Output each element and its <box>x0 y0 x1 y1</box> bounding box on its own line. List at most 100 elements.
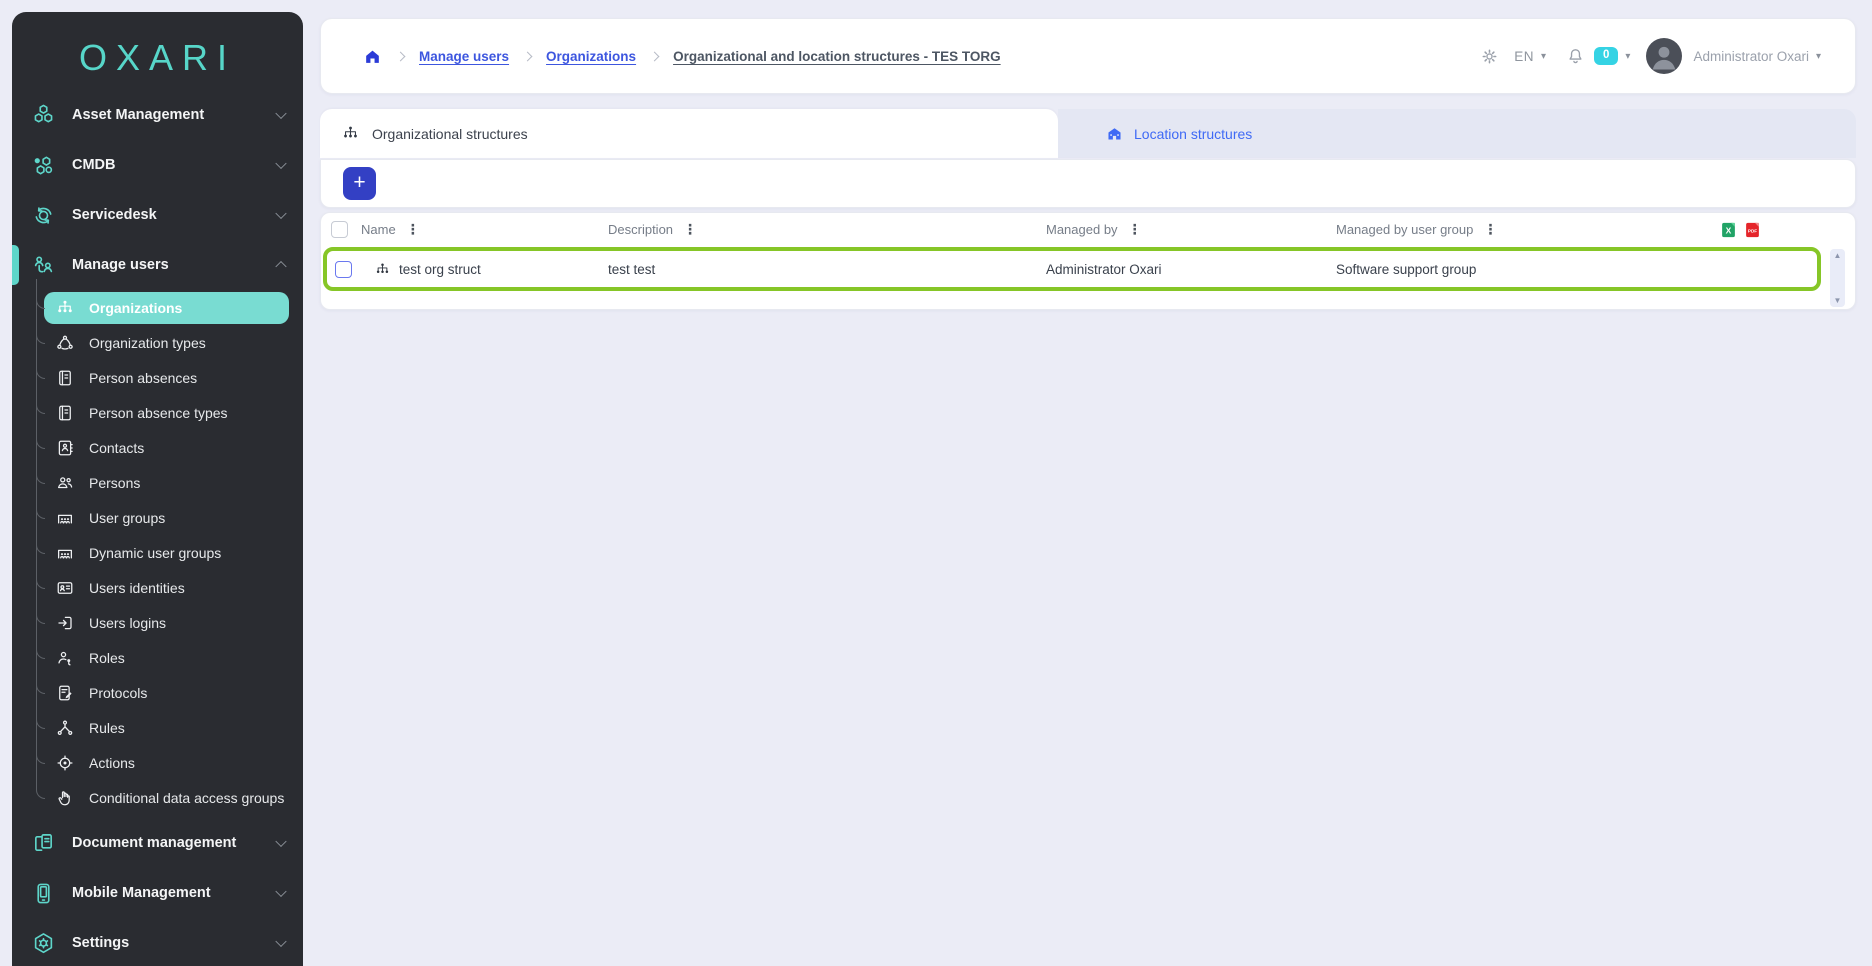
sidebar-item-label: Actions <box>89 755 135 771</box>
protocol-icon <box>56 684 74 702</box>
header-actions: EN ▾ 0 ▾ Administrator Oxari ▾ <box>1480 38 1821 74</box>
sidebar-item-label: Asset Management <box>72 107 204 123</box>
sidebar-item-label: Servicedesk <box>72 207 157 223</box>
sidebar-submenu: Organizations Organization types Person ab… <box>12 290 303 818</box>
sidebar-item-settings[interactable]: Settings <box>12 918 303 966</box>
breadcrumb: Manage users Organizations Organizationa… <box>363 47 1001 66</box>
user-menu[interactable]: Administrator Oxari <box>1693 49 1809 64</box>
notifications-caret-icon[interactable]: ▾ <box>1625 51 1630 62</box>
persons-icon <box>56 474 74 492</box>
sidebar-item-protocols[interactable]: Protocols <box>44 677 289 709</box>
settings-gear-icon[interactable] <box>1480 47 1499 66</box>
sidebar-item-label: Organization types <box>89 335 206 351</box>
sidebar-item-organizations[interactable]: Organizations <box>44 292 289 324</box>
cell-name: test org struct <box>361 262 608 277</box>
sidebar-item-label: Manage users <box>72 257 169 273</box>
servicedesk-icon <box>32 204 55 227</box>
excel-export-icon[interactable]: X <box>1720 220 1737 239</box>
user-menu-caret-icon[interactable]: ▾ <box>1816 51 1821 62</box>
id-card-icon <box>56 579 74 597</box>
chevron-down-icon <box>275 836 286 847</box>
sidebar-item-label: Person absence types <box>89 405 228 421</box>
structures-table: Name ⋮ Description ⋮ Managed by ⋮ Manage… <box>320 212 1856 310</box>
tab-organizational-structures[interactable]: Organizational structures <box>320 109 1058 158</box>
sidebar-item-users-logins[interactable]: Users logins <box>44 607 289 639</box>
contact-card-icon <box>56 439 74 457</box>
add-structure-button[interactable]: + <box>343 167 376 200</box>
sidebar-item-persons[interactable]: Persons <box>44 467 289 499</box>
sidebar-item-roles[interactable]: Roles <box>44 642 289 674</box>
scroll-down-icon[interactable]: ▼ <box>1834 296 1842 305</box>
scroll-up-icon[interactable]: ▲ <box>1834 251 1842 260</box>
select-all-checkbox[interactable] <box>331 221 348 238</box>
chevron-down-icon <box>275 886 286 897</box>
hexagons-icon <box>32 104 55 127</box>
sidebar-item-label: User groups <box>89 510 165 526</box>
language-caret-icon[interactable]: ▾ <box>1541 51 1546 62</box>
sidebar-item-asset-management[interactable]: Asset Management <box>12 90 303 140</box>
top-bar: Manage users Organizations Organizationa… <box>320 18 1856 94</box>
sidebar-item-servicedesk[interactable]: Servicedesk <box>12 190 303 240</box>
sidebar-item-contacts[interactable]: Contacts <box>44 432 289 464</box>
table-header-row: Name ⋮ Description ⋮ Managed by ⋮ Manage… <box>321 213 1855 246</box>
sitemap-icon <box>56 299 74 317</box>
chevron-down-icon <box>275 208 286 219</box>
chevron-down-icon <box>275 158 286 169</box>
table-scrollbar[interactable]: ▲ ▼ <box>1830 249 1845 307</box>
journal-icon <box>56 404 74 422</box>
sidebar-item-label: Users identities <box>89 580 185 596</box>
cell-managed-by-user-group: Software support group <box>1336 262 1817 277</box>
cell-managed-by: Administrator Oxari <box>1046 262 1336 277</box>
sidebar-item-cmdb[interactable]: CMDB <box>12 140 303 190</box>
export-buttons: X PDF <box>1720 220 1761 239</box>
tab-label: Organizational structures <box>372 126 528 142</box>
language-selector[interactable]: EN <box>1514 49 1534 64</box>
sidebar-item-actions[interactable]: Actions <box>44 747 289 779</box>
structure-tabs: Organizational structures Location struc… <box>320 109 1856 158</box>
sidebar-item-document-management[interactable]: Document management <box>12 818 303 868</box>
sidebar-item-person-absences[interactable]: Person absences <box>44 362 289 394</box>
sidebar-item-users-identities[interactable]: Users identities <box>44 572 289 604</box>
sidebar-item-manage-users[interactable]: Manage users <box>12 240 303 290</box>
pdf-export-icon[interactable]: PDF <box>1744 220 1761 239</box>
notifications-bell-icon[interactable] <box>1566 47 1585 66</box>
sidebar-item-mobile-management[interactable]: Mobile Management <box>12 868 303 918</box>
sitemap-icon <box>375 262 390 277</box>
sidebar-item-conditional-data-access-groups[interactable]: Conditional data access groups <box>44 782 289 814</box>
sidebar-item-label: Settings <box>72 935 129 951</box>
hand-icon <box>56 789 74 807</box>
column-menu-icon[interactable]: ⋮ <box>406 221 420 238</box>
sidebar-item-label: Users logins <box>89 615 166 631</box>
sidebar-item-organization-types[interactable]: Organization types <box>44 327 289 359</box>
table-row[interactable]: test org struct test test Administrator … <box>323 247 1821 291</box>
active-section-indicator <box>12 245 19 285</box>
sidebar-nav: Asset Management CMDB Servicedesk Manage us… <box>12 90 303 966</box>
sidebar-item-label: Contacts <box>89 440 144 456</box>
column-menu-icon[interactable]: ⋮ <box>1483 221 1497 238</box>
sidebar-item-user-groups[interactable]: User groups <box>44 502 289 534</box>
user-avatar[interactable] <box>1646 38 1682 74</box>
sidebar-item-person-absence-types[interactable]: Person absence types <box>44 397 289 429</box>
column-menu-icon[interactable]: ⋮ <box>683 221 697 238</box>
user-group-icon <box>56 544 74 562</box>
home-icon[interactable] <box>363 47 382 66</box>
sidebar-item-rules[interactable]: Rules <box>44 712 289 744</box>
sidebar-item-label: Protocols <box>89 685 147 701</box>
tab-label: Location structures <box>1134 126 1252 142</box>
tab-location-structures[interactable]: Location structures <box>1058 109 1856 158</box>
breadcrumb-link-manage-users[interactable]: Manage users <box>419 49 509 64</box>
sidebar-item-label: CMDB <box>72 157 116 173</box>
cell-description: test test <box>608 262 1046 277</box>
chevron-down-icon <box>275 108 286 119</box>
org-network-icon <box>56 334 74 352</box>
sidebar-item-label: Person absences <box>89 370 197 386</box>
column-menu-icon[interactable]: ⋮ <box>1128 221 1142 238</box>
gear-hex-icon <box>32 932 55 955</box>
breadcrumb-link-organizations[interactable]: Organizations <box>546 49 636 64</box>
breadcrumb-current-page: Organizational and location structures -… <box>673 49 1001 64</box>
role-icon <box>56 649 74 667</box>
sidebar-item-dynamic-user-groups[interactable]: Dynamic user groups <box>44 537 289 569</box>
sidebar-item-label: Persons <box>89 475 140 491</box>
breadcrumb-separator-icon <box>650 51 660 61</box>
row-checkbox[interactable] <box>335 261 352 278</box>
